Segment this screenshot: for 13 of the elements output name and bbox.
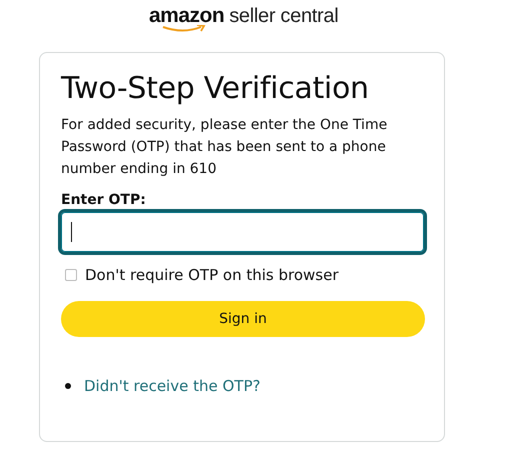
smile-arrow-icon <box>161 25 207 33</box>
product-name: seller central <box>229 5 338 28</box>
checkbox[interactable] <box>65 269 77 281</box>
otp-field[interactable] <box>61 212 424 252</box>
bullet-icon <box>65 383 71 389</box>
page-title: Two-Step Verification <box>61 71 370 106</box>
checkbox-label: Don't require OTP on this browser <box>85 266 338 284</box>
instruction-text: For added security, please enter the One Time Password (OTP) that has been sent to a phone number ending in 610 <box>61 116 388 179</box>
text-cursor <box>71 222 72 242</box>
help-link[interactable]: Didn't receive the OTP? <box>84 377 260 395</box>
brand-logo: amazon <box>149 4 224 28</box>
field-label: Enter OTP: <box>61 192 147 208</box>
sign-in-button[interactable]: Sign in <box>61 301 425 337</box>
